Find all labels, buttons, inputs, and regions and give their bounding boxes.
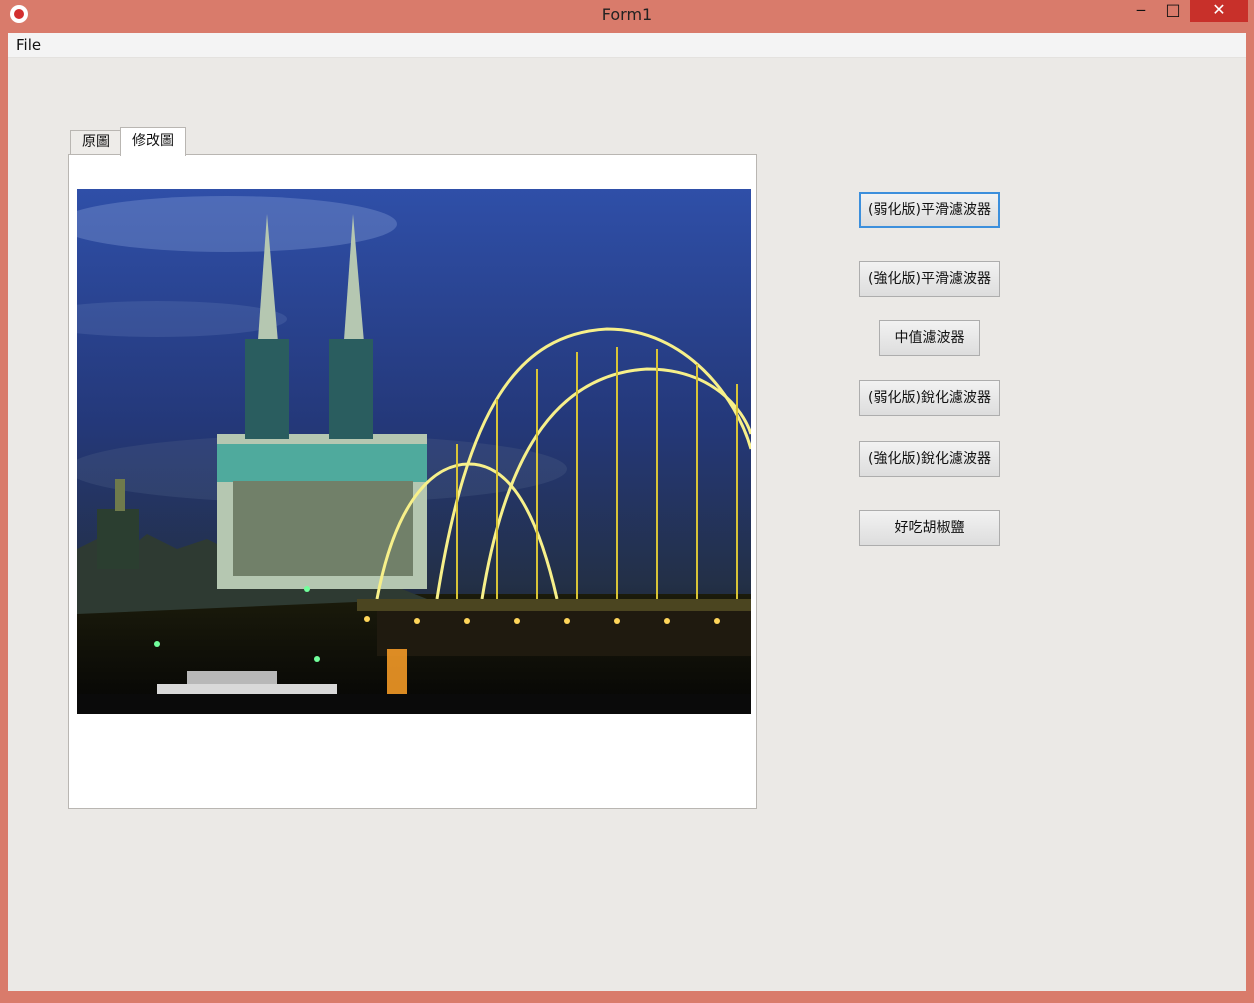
close-button[interactable]: ✕ bbox=[1190, 0, 1248, 22]
strong-sharpening-filter-button[interactable]: (強化版)銳化濾波器 bbox=[859, 441, 1000, 477]
strong-smoothing-filter-button[interactable]: (強化版)平滑濾波器 bbox=[859, 261, 1000, 297]
maximize-button[interactable]: □ bbox=[1158, 0, 1188, 22]
picture-box bbox=[77, 189, 751, 714]
tab-panel bbox=[68, 154, 757, 809]
tab-modified-image[interactable]: 修改圖 bbox=[120, 127, 186, 156]
form-client-area: File 原圖 修改圖 (弱化版)平滑濾波器 (強化版)平滑濾波器 中值濾波器 … bbox=[8, 33, 1246, 991]
salt-and-pepper-button[interactable]: 好吃胡椒鹽 bbox=[859, 510, 1000, 546]
weak-smoothing-filter-button[interactable]: (弱化版)平滑濾波器 bbox=[859, 192, 1000, 228]
tab-original-image[interactable]: 原圖 bbox=[70, 130, 122, 154]
window-title: Form1 bbox=[601, 5, 653, 24]
median-filter-button[interactable]: 中值濾波器 bbox=[879, 320, 980, 356]
minimize-button[interactable]: ‒ bbox=[1126, 0, 1156, 22]
weak-sharpening-filter-button[interactable]: (弱化版)銳化濾波器 bbox=[859, 380, 1000, 416]
title-bar[interactable]: Form1 ‒ □ ✕ bbox=[0, 0, 1254, 30]
menu-bar: File bbox=[8, 33, 1246, 58]
app-window: Form1 ‒ □ ✕ File 原圖 修改圖 (弱化版)平滑濾波器 (強化版)… bbox=[0, 0, 1254, 1003]
menu-file[interactable]: File bbox=[16, 36, 41, 54]
cathedral-bridge-image bbox=[77, 189, 751, 714]
